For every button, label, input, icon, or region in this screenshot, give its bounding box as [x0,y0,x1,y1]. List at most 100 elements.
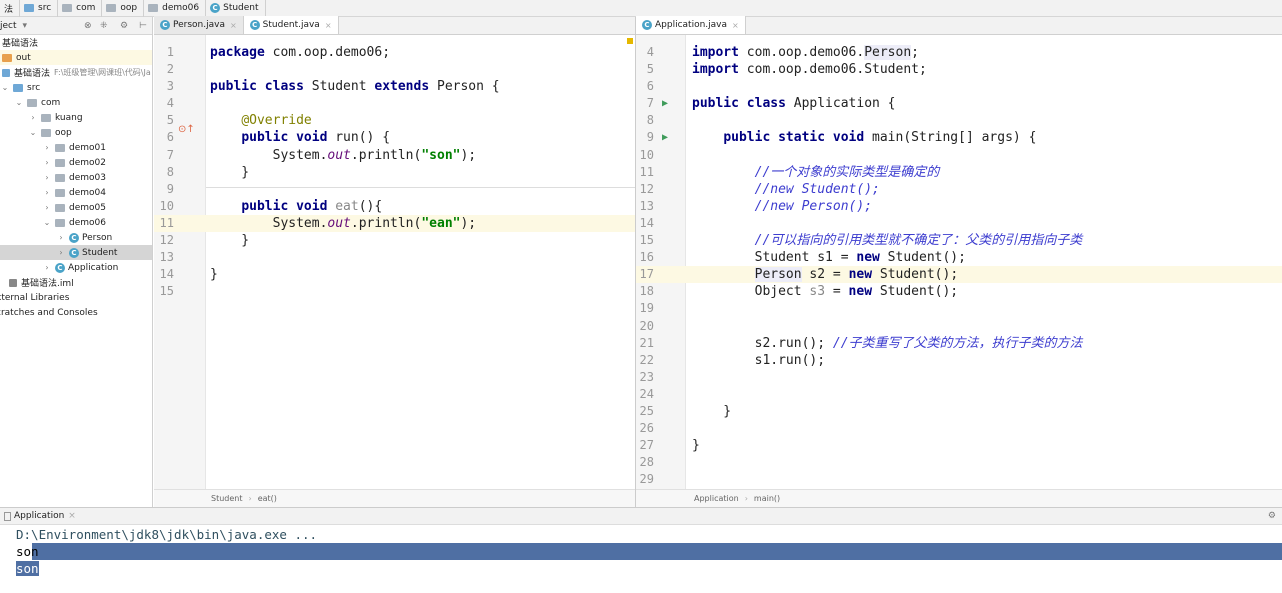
tree-item[interactable]: › demo03 [0,170,152,185]
editor-tab[interactable]: C Student.java × [243,16,339,34]
code-line[interactable]: 12 } [154,232,635,249]
tree-item[interactable]: ⌄ com [0,95,152,110]
breadcrumb-item[interactable]: C Student [206,0,266,17]
code-line[interactable]: 15 [154,283,635,300]
code-line[interactable]: 27} [636,437,1282,454]
code-line[interactable]: 5 @Override [154,112,635,129]
tree-item[interactable]: › C Person [0,230,152,245]
gear-icon[interactable]: ⚙ [120,21,128,31]
tree-item[interactable]: out [0,50,152,65]
code-line[interactable]: 22 s1.run(); [636,352,1282,369]
code-line[interactable]: 12 //new Student(); [636,181,1282,198]
editor-tab[interactable]: C Application.java × [636,16,746,34]
breadcrumb-item[interactable]: oop [102,0,145,17]
project-panel-title[interactable]: ject [0,21,17,31]
code-area[interactable]: 1 package com.oop.demo06; 2 3 public class S… [154,44,635,300]
dropdown-icon[interactable]: ▾ [23,21,28,31]
code-line[interactable]: 11 //一个对象的实际类型是确定的 [636,164,1282,181]
expand-arrow-icon[interactable]: ⌄ [28,128,38,137]
code-line[interactable]: 2 [154,61,635,78]
collapse-arrow-icon[interactable]: › [42,173,52,182]
breadcrumb-item[interactable]: 法 [0,0,21,17]
code-line[interactable]: 11 System.out.println("ean"); [154,214,635,233]
tree-item[interactable]: ⌄ demo06 [0,215,152,230]
code-line[interactable]: 14} [154,266,635,283]
collapse-arrow-icon[interactable]: › [56,233,66,242]
tree-item[interactable]: › demo01 [0,140,152,155]
code-line[interactable]: 8 } [154,164,635,181]
code-line[interactable]: 10 public void eat(){ [154,198,635,215]
collapse-icon[interactable]: ⁜ [100,21,108,31]
code-line[interactable]: 24 [636,386,1282,403]
tree-item[interactable]: › kuang [0,110,152,125]
code-line[interactable]: 25 } [636,403,1282,420]
close-tab-icon[interactable]: × [230,21,237,30]
tree-item[interactable]: 基础语法.iml [0,275,152,290]
tree-item[interactable]: › demo04 [0,185,152,200]
console-output[interactable]: D:\Environment\jdk8\jdk\bin\java.exe ...… [0,526,1282,577]
code-line[interactable]: 13 //new Person(); [636,198,1282,215]
locate-icon[interactable]: ⊗ [84,21,92,31]
tree-item[interactable]: ⌄ oop [0,125,152,140]
code-line[interactable]: 23 [636,369,1282,386]
code-line[interactable]: 28 [636,454,1282,471]
close-icon[interactable]: × [68,511,76,521]
breadcrumb-item[interactable]: src [20,0,59,17]
collapse-arrow-icon[interactable]: › [42,263,52,272]
code-line[interactable]: 6 [636,78,1282,95]
code-line[interactable]: 14 [636,215,1282,232]
code-line[interactable]: 21 s2.run(); //子类重写了父类的方法，执行子类的方法 [636,335,1282,352]
code-line[interactable]: 15 //可以指向的引用类型就不确定了：父类的引用指向子类 [636,232,1282,249]
tree-item[interactable]: › demo05 [0,200,152,215]
close-tab-icon[interactable]: × [732,21,739,30]
tree-item[interactable]: ⌄ src [0,80,152,95]
code-line[interactable]: 13 [154,249,635,266]
error-stripe-mark[interactable] [627,38,633,44]
tree-item[interactable]: › demo02 [0,155,152,170]
collapse-arrow-icon[interactable]: › [42,158,52,167]
code-line[interactable]: 26 [636,420,1282,437]
code-area[interactable]: 4 import com.oop.demo06.Person; 5 import co… [636,44,1282,506]
collapse-arrow-icon[interactable]: › [28,113,38,122]
tree-item[interactable]: 基础语法 [0,35,152,50]
breadcrumb-item[interactable]: demo06 [144,0,207,17]
code-line[interactable]: 18 Object s3 = new Student(); [636,283,1282,300]
hide-icon[interactable]: ⊢ [139,21,147,31]
code-line[interactable]: 9 [154,181,635,198]
code-line[interactable]: 29 [636,471,1282,488]
tree-item[interactable]: › C Application [0,260,152,275]
code-line[interactable]: 5 import com.oop.demo06.Student; [636,61,1282,78]
breadcrumb-item[interactable]: Student [211,494,243,503]
tree-item[interactable]: cratches and Consoles [0,305,152,320]
code-line[interactable]: 8 [636,112,1282,129]
code-line[interactable]: 20 [636,318,1282,335]
expand-arrow-icon[interactable]: ⌄ [0,83,10,92]
code-line[interactable]: 3 public class Student extends Person { [154,78,635,95]
breadcrumb-item[interactable]: main() [754,494,780,503]
breadcrumb-item[interactable]: Application [694,494,739,503]
code-line[interactable]: 10 [636,147,1282,164]
tree-item[interactable]: › C Student [0,245,152,260]
run-icon[interactable]: ▶ [662,129,668,146]
expand-arrow-icon[interactable]: ⌄ [42,218,52,227]
gear-icon[interactable]: ⚙ [1268,511,1276,521]
code-line[interactable]: 1 package com.oop.demo06; [154,44,635,61]
run-tab[interactable]: Application × [0,511,76,521]
breadcrumb-item[interactable]: com [58,0,103,17]
tree-item[interactable]: xternal Libraries [0,290,152,305]
override-method-icon[interactable]: ⊙↑ [178,124,195,135]
code-line[interactable]: 16 Student s1 = new Student(); [636,249,1282,266]
editor-tab[interactable]: C Person.java × [154,16,244,34]
code-line[interactable]: 9 ▶ public static void main(String[] args… [636,129,1282,146]
expand-arrow-icon[interactable]: ⌄ [14,98,24,107]
breadcrumb-item[interactable]: eat() [258,494,277,503]
code-line[interactable]: 6 public void run() { [154,129,635,146]
code-line[interactable]: 4 [154,95,635,112]
collapse-arrow-icon[interactable]: › [42,143,52,152]
collapse-arrow-icon[interactable]: › [56,248,66,257]
tree-item[interactable]: 基础语法 F:\班级管理\网课班\代码\Ja [0,65,152,80]
code-line[interactable]: 7 ▶ public class Application { [636,95,1282,112]
code-line[interactable]: 4 import com.oop.demo06.Person; [636,44,1282,61]
code-line[interactable]: 7 System.out.println("son"); [154,147,635,164]
code-line[interactable]: 19 [636,300,1282,317]
